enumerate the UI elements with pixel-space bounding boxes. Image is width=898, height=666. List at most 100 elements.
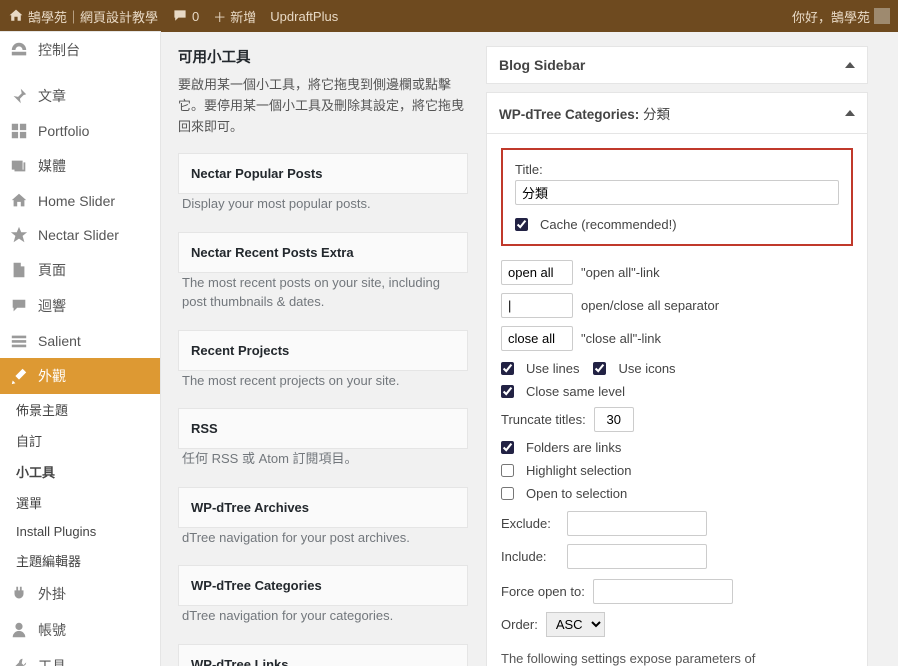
blog-sidebar-header[interactable]: Blog Sidebar (487, 47, 867, 83)
forceopen-label: Force open to: (501, 584, 585, 599)
sidebar-item-plugins[interactable]: 外掛 (0, 576, 160, 612)
content-area: 可用小工具 要啟用某一個小工具，將它拖曳到側邊欄或點擊它。要停用某一個小工具及刪… (160, 32, 886, 666)
separator-input[interactable] (501, 293, 573, 318)
admin-bar: 鵠學苑｜網頁設計教學 0 ＋ 新增 UpdraftPlus 你好，鵠學苑 (0, 0, 898, 32)
title-input[interactable] (515, 180, 839, 205)
widget-item-title: WP-dTree Links (179, 645, 467, 666)
widget-instance-title: 分類 (643, 107, 670, 122)
opensel-checkbox[interactable] (501, 487, 514, 500)
available-widgets-desc: 要啟用某一個小工具，將它拖曳到側邊欄或點擊它。要停用某一個小工具及刪除其設定，將… (178, 75, 468, 137)
comments-link[interactable]: 0 (172, 8, 199, 24)
sidebar-item-salient[interactable]: Salient (0, 324, 160, 358)
admin-sidebar: 控制台 文章 Portfolio 媒體 Home Slider Nectar S… (0, 32, 160, 666)
widget-item[interactable]: Recent Projects (178, 330, 468, 371)
wrench-icon (10, 657, 28, 666)
sidebar-item-media[interactable]: 媒體 (0, 148, 160, 184)
sidebar-item-comments[interactable]: 迴響 (0, 288, 160, 324)
media-icon (10, 157, 28, 175)
widget-item-title: Recent Projects (179, 331, 467, 370)
openall-label: "open all"-link (581, 265, 660, 280)
widget-item-title: WP-dTree Archives (179, 488, 467, 527)
widget-item[interactable]: WP-dTree Links (178, 644, 468, 666)
closesame-label: Close same level (526, 384, 625, 399)
sidebar-item-posts[interactable]: 文章 (0, 78, 160, 114)
closeall-input[interactable] (501, 326, 573, 351)
openall-input[interactable] (501, 260, 573, 285)
site-link[interactable]: 鵠學苑｜網頁設計教學 (8, 7, 158, 26)
widget-item-desc: 任何 RSS 或 Atom 訂閱項目。 (178, 449, 468, 487)
sidebar-item-nectarslider[interactable]: Nectar Slider (0, 218, 160, 252)
sidebar-item-tools[interactable]: 工具 (0, 648, 160, 666)
truncate-input[interactable] (594, 407, 634, 432)
avatar (874, 8, 890, 24)
plus-icon: ＋ (213, 7, 226, 26)
brush-icon (10, 367, 28, 385)
order-select[interactable]: ASC (546, 612, 605, 637)
sidebar-sub-widgets[interactable]: 小工具 (0, 456, 160, 487)
blog-sidebar-title: Blog Sidebar (499, 57, 585, 73)
include-label: Include: (501, 549, 559, 564)
widget-item-title: RSS (179, 409, 467, 448)
include-input[interactable] (567, 544, 707, 569)
home-icon (8, 8, 24, 24)
closesame-checkbox[interactable] (501, 385, 514, 398)
closeall-label: "close all"-link (581, 331, 661, 346)
widget-item[interactable]: Nectar Popular Posts (178, 153, 468, 194)
sidebar-sub-themes[interactable]: 佈景主題 (0, 394, 160, 425)
available-widgets-column: 可用小工具 要啟用某一個小工具，將它拖曳到側邊欄或點擊它。要停用某一個小工具及刪… (178, 46, 468, 666)
separator-label: open/close all separator (581, 298, 719, 313)
caret-up-icon (845, 62, 855, 68)
cache-checkbox[interactable] (515, 218, 528, 231)
cache-label: Cache (recommended!) (540, 217, 677, 232)
comment-icon (10, 297, 28, 315)
new-link[interactable]: ＋ 新增 (213, 7, 256, 26)
grid-icon (10, 122, 28, 140)
greeting[interactable]: 你好，鵠學苑 (792, 7, 890, 26)
sidebar-panel-column: Blog Sidebar WP-dTree Categories: 分類 Tit… (486, 46, 868, 666)
order-label: Order: (501, 617, 538, 632)
comments-count: 0 (192, 9, 199, 24)
sidebar-sub-menus[interactable]: 選單 (0, 487, 160, 518)
sidebar-item-homeslider[interactable]: Home Slider (0, 184, 160, 218)
sidebar-item-pages[interactable]: 頁面 (0, 252, 160, 288)
uselines-checkbox[interactable] (501, 362, 514, 375)
highlight-label: Highlight selection (526, 463, 632, 478)
widget-item[interactable]: Nectar Recent Posts Extra (178, 232, 468, 273)
star-icon (10, 226, 28, 244)
sidebar-item-dashboard[interactable]: 控制台 (0, 32, 160, 68)
widget-item-title: Nectar Popular Posts (179, 154, 467, 193)
available-widgets-heading: 可用小工具 (178, 46, 468, 67)
widget-item[interactable]: RSS (178, 408, 468, 449)
sidebar-sub-customize[interactable]: 自訂 (0, 425, 160, 456)
widget-instance-header[interactable]: WP-dTree Categories: 分類 (487, 93, 867, 133)
widget-item-title: WP-dTree Categories (179, 566, 467, 605)
widget-item-desc: dTree navigation for your categories. (178, 606, 468, 644)
plug-icon (10, 585, 28, 603)
widget-item[interactable]: WP-dTree Archives (178, 487, 468, 528)
sidebar-item-appearance[interactable]: 外觀 (0, 358, 160, 394)
highlight-checkbox[interactable] (501, 464, 514, 477)
site-title: 鵠學苑｜網頁設計教學 (28, 7, 158, 26)
sidebar-sub-installplugins[interactable]: Install Plugins (0, 518, 160, 545)
uselines-label: Use lines (526, 361, 579, 376)
updraft-link[interactable]: UpdraftPlus (270, 9, 338, 24)
useicons-checkbox[interactable] (593, 362, 606, 375)
widget-item-desc: dTree navigation for your post archives. (178, 528, 468, 566)
page-icon (10, 261, 28, 279)
sidebar-item-users[interactable]: 帳號 (0, 612, 160, 648)
forceopen-input[interactable] (593, 579, 733, 604)
folderslinks-checkbox[interactable] (501, 441, 514, 454)
pin-icon (10, 87, 28, 105)
folderslinks-label: Folders are links (526, 440, 621, 455)
layers-icon (10, 332, 28, 350)
widget-item-title: Nectar Recent Posts Extra (179, 233, 467, 272)
widget-item[interactable]: WP-dTree Categories (178, 565, 468, 606)
title-label: Title: (515, 162, 839, 177)
widget-type-label: WP-dTree Categories: (499, 107, 639, 122)
exclude-input[interactable] (567, 511, 707, 536)
user-icon (10, 621, 28, 639)
sidebar-sub-editor[interactable]: 主題編輯器 (0, 545, 160, 576)
footnote: The following settings expose parameters… (501, 649, 853, 666)
sidebar-item-portfolio[interactable]: Portfolio (0, 114, 160, 148)
truncate-label: Truncate titles: (501, 412, 586, 427)
